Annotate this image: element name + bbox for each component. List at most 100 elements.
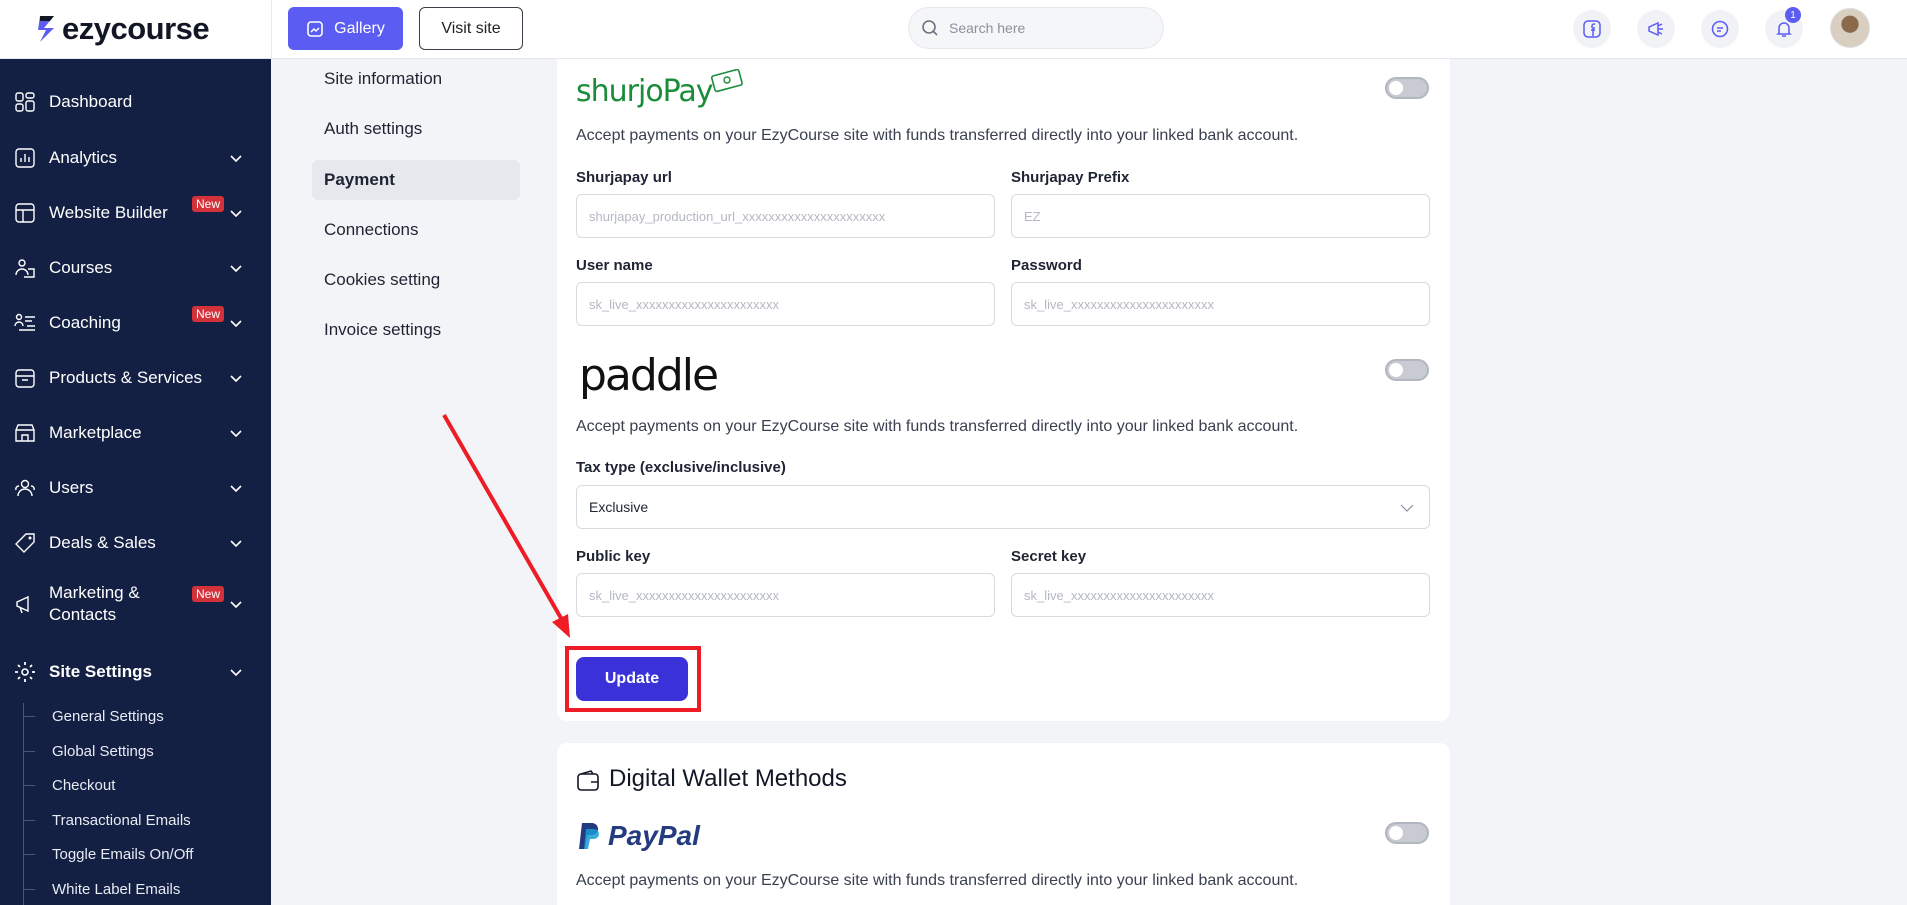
announcement-button[interactable]: [1637, 10, 1675, 48]
settings-nav-connections[interactable]: Connections: [312, 210, 520, 250]
sidebar-item-coaching[interactable]: Coaching New: [0, 303, 271, 343]
sidebar-item-label: Analytics: [49, 148, 118, 167]
submenu-checkout[interactable]: Checkout: [23, 774, 115, 796]
submenu-label: White Label Emails: [52, 880, 181, 898]
logo-mark-icon: [38, 16, 54, 42]
shurjopay-logo-text: shurjoPay: [576, 73, 714, 109]
shurjopay-url-label: Shurjapay url: [576, 169, 672, 186]
update-highlight-box: [565, 646, 701, 712]
divider: [271, 0, 272, 59]
sidebar-item-marketplace[interactable]: Marketplace: [0, 413, 271, 453]
payment-methods-card: shurjoPay Accept payments on your EzyCou…: [557, 59, 1450, 721]
tax-type-label: Tax type (exclusive/inclusive): [576, 459, 786, 476]
paddle-toggle[interactable]: [1385, 359, 1429, 381]
chevron-down-icon: [1400, 504, 1414, 512]
sidebar-item-products-services[interactable]: Products & Services: [0, 358, 271, 398]
shurjopay-username-input[interactable]: [576, 282, 995, 326]
website-builder-icon: [13, 201, 37, 225]
paypal-icon: [579, 823, 599, 849]
sidebar-item-marketing-contacts[interactable]: Marketing & Contacts New: [0, 579, 271, 629]
settings-nav-auth-settings[interactable]: Auth settings: [312, 109, 520, 149]
sidebar-item-site-settings[interactable]: Site Settings: [0, 652, 271, 692]
notifications-button[interactable]: 1: [1765, 7, 1803, 48]
submenu-transactional-emails[interactable]: Transactional Emails: [23, 809, 191, 831]
wallet-icon: [577, 770, 599, 791]
digital-wallet-title: Digital Wallet Methods: [609, 765, 847, 792]
chevron-down-icon: [230, 485, 242, 493]
products-icon: [13, 366, 37, 390]
sidebar-item-label: Coaching: [49, 313, 121, 332]
sidebar-item-dashboard[interactable]: Dashboard: [0, 82, 271, 122]
facebook-icon: [1583, 20, 1601, 38]
search-input[interactable]: [949, 20, 1149, 36]
shurjopay-description: Accept payments on your EzyCourse site w…: [576, 127, 1299, 144]
shurjopay-prefix-input[interactable]: [1011, 194, 1430, 238]
secret-key-label: Secret key: [1011, 548, 1087, 565]
sidebar-item-label: Products & Services: [49, 368, 203, 387]
new-badge: New: [192, 306, 225, 322]
paddle-logo: paddle: [579, 350, 719, 401]
marketplace-icon: [13, 421, 37, 445]
sidebar-item-website-builder[interactable]: Website Builder New: [0, 193, 271, 233]
money-hand-icon: [710, 69, 743, 93]
gallery-button[interactable]: Gallery: [288, 7, 403, 50]
submenu-global-settings[interactable]: Global Settings: [23, 740, 154, 762]
paddle-description: Accept payments on your EzyCourse site w…: [576, 418, 1299, 435]
brand-name: ezycourse: [62, 11, 210, 46]
deals-icon: [13, 531, 37, 555]
paypal-logo: PayPal: [576, 819, 700, 853]
user-avatar[interactable]: [1830, 8, 1870, 48]
settings-nav-payment[interactable]: Payment: [312, 160, 520, 200]
chevron-down-icon: [230, 155, 242, 163]
submenu-white-label-emails[interactable]: White Label Emails: [23, 878, 180, 900]
sidebar-item-label: Users: [49, 478, 94, 497]
settings-nav-invoice-settings[interactable]: Invoice settings: [312, 310, 520, 350]
submenu-tree-line: [23, 703, 24, 905]
paypal-toggle[interactable]: [1385, 822, 1429, 844]
settings-nav-site-information[interactable]: Site information: [312, 59, 520, 99]
shurjopay-toggle[interactable]: [1385, 77, 1429, 99]
gallery-label: Gallery: [334, 19, 385, 37]
site-settings-icon: [13, 660, 37, 684]
submenu-toggle-emails[interactable]: Toggle Emails On/Off: [23, 843, 193, 865]
new-badge: New: [192, 586, 225, 602]
tax-type-select[interactable]: Exclusive: [576, 485, 1430, 529]
notification-badge: 1: [1785, 7, 1801, 23]
shurjopay-password-input[interactable]: [1011, 282, 1430, 326]
shurjopay-logo: shurjoPay: [576, 69, 745, 111]
chevron-down-icon: [230, 375, 242, 383]
chevron-down-icon: [230, 669, 242, 677]
sidebar-item-courses[interactable]: Courses: [0, 248, 271, 288]
sidebar-item-deals-sales[interactable]: Deals & Sales: [0, 523, 271, 563]
submenu-label: Toggle Emails On/Off: [52, 845, 194, 863]
shurjopay-username-label: User name: [576, 257, 653, 274]
annotation-arrow-icon: [442, 414, 570, 638]
shurjopay-url-input[interactable]: [576, 194, 995, 238]
public-key-input[interactable]: [576, 573, 995, 617]
submenu-general-settings[interactable]: General Settings: [23, 705, 164, 727]
chevron-down-icon: [230, 540, 242, 548]
ezycourse-logo[interactable]: ezycourse: [36, 10, 210, 48]
dashboard-icon: [13, 90, 37, 114]
visit-site-button[interactable]: Visit site: [419, 7, 523, 50]
facebook-button[interactable]: [1573, 10, 1611, 48]
sidebar-item-label: Courses: [49, 258, 113, 277]
sidebar-item-users[interactable]: Users: [0, 468, 271, 508]
analytics-icon: [13, 146, 37, 170]
submenu-label: General Settings: [52, 707, 164, 725]
top-bar: ezycourse Gallery Visit site 1: [0, 0, 1907, 59]
chevron-down-icon: [230, 265, 242, 273]
chevron-down-icon: [230, 320, 242, 328]
chevron-down-icon: [230, 430, 242, 438]
sidebar-item-analytics[interactable]: Analytics: [0, 138, 271, 178]
search-icon: [922, 20, 938, 36]
secret-key-input[interactable]: [1011, 573, 1430, 617]
paypal-description: Accept payments on your EzyCourse site w…: [576, 872, 1299, 889]
search-box[interactable]: [908, 7, 1164, 49]
settings-nav-cookies-setting[interactable]: Cookies setting: [312, 260, 520, 300]
submenu-label: Global Settings: [52, 742, 154, 760]
messages-button[interactable]: [1701, 10, 1739, 48]
marketing-icon: [13, 592, 37, 616]
sidebar-item-label: Deals & Sales: [49, 533, 156, 552]
sidebar-item-label-line2: Contacts: [49, 605, 117, 624]
